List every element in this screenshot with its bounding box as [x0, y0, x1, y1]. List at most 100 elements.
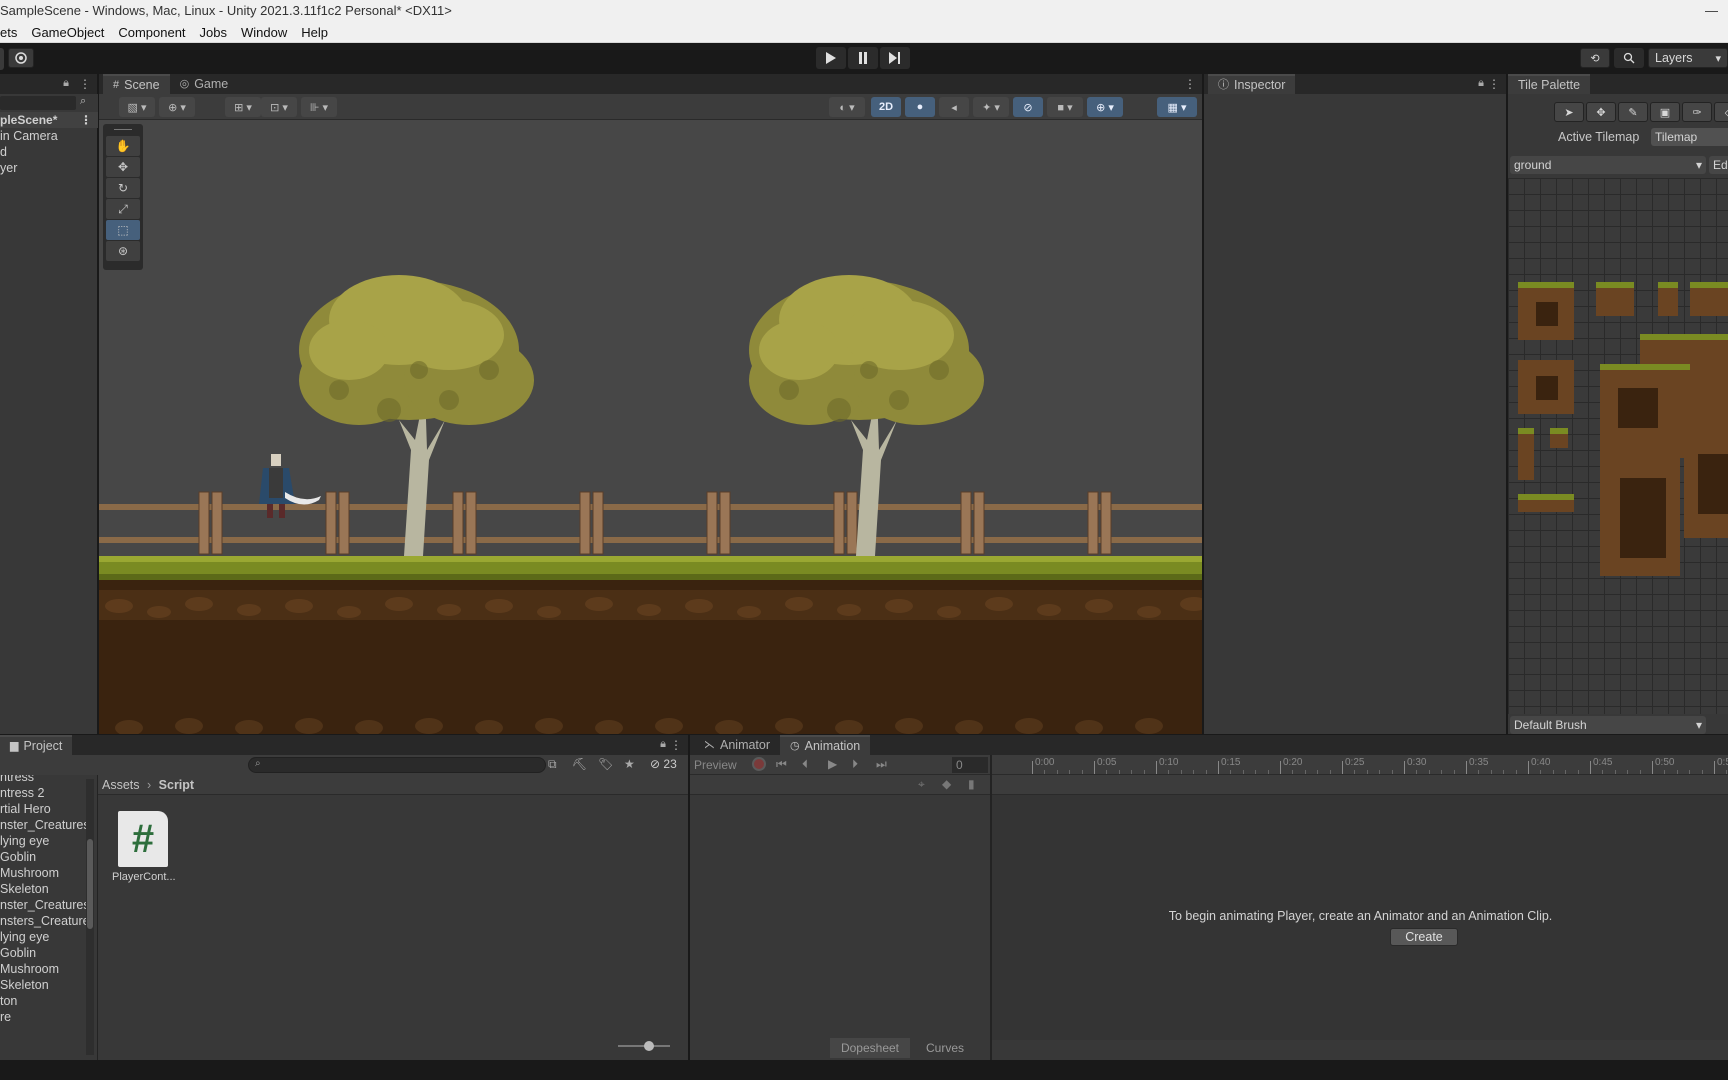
menu-jobs[interactable]: Jobs [200, 22, 227, 43]
frame-field[interactable]: 0 [952, 757, 988, 773]
active-tilemap-dropdown[interactable]: Tilemap [1651, 128, 1728, 146]
tree-item[interactable]: Skeleton [0, 977, 90, 993]
scene-kebab-icon[interactable]: ⋮ [1184, 77, 1196, 91]
toggle-2d-button[interactable]: 2D [871, 97, 901, 117]
scale-tool[interactable]: ⤢ [106, 199, 140, 219]
tree-item[interactable]: Goblin [0, 945, 90, 961]
tree-scrollbar-thumb[interactable] [87, 839, 93, 929]
transform-tool[interactable]: ⊛ [106, 241, 140, 261]
kebab-menu-icon[interactable]: ⋮ [79, 77, 91, 91]
tree-item[interactable]: Mushroom [0, 865, 90, 881]
rect-tool[interactable]: ⬚ [106, 220, 140, 240]
select-tool[interactable]: ➤ [1554, 102, 1584, 122]
menu-window[interactable]: Window [241, 22, 287, 43]
grid-visibility-dropdown[interactable]: ⊪ ▾ [301, 97, 337, 117]
collab-button[interactable] [8, 48, 34, 68]
tab-game[interactable]: ◎ Game [170, 74, 239, 94]
tree-item[interactable]: ton [0, 993, 90, 1009]
favorite-star-icon[interactable]: ★ [624, 757, 635, 771]
scene-kebab-icon[interactable]: ⋮ [80, 112, 92, 128]
tree-item[interactable]: Mushroom [0, 961, 90, 977]
zoom-slider[interactable] [618, 1041, 670, 1051]
event-strip[interactable] [992, 775, 1728, 795]
move-tool[interactable]: ✥ [106, 157, 140, 177]
add-event-icon[interactable]: ▮ [968, 777, 975, 791]
lighting-toggle[interactable]: ● [905, 97, 935, 117]
global-dropdown[interactable]: ⊕ ▾ [159, 97, 195, 117]
project-search-input[interactable]: ⌕ [248, 757, 546, 773]
drag-handle[interactable] [114, 129, 132, 135]
overlay-menu[interactable]: ▦ ▾ [1157, 97, 1197, 117]
menu-assets[interactable]: ets [0, 22, 17, 43]
tree-item[interactable]: ntress [0, 775, 90, 785]
label-icon[interactable]: 🏷︎ [598, 757, 613, 771]
tree-item[interactable]: ntress 2 [0, 785, 90, 801]
filter-type-icon[interactable]: ⛏ [572, 757, 587, 771]
record-button[interactable] [752, 757, 766, 771]
grid-snap-dropdown[interactable]: ⊞ ▾ [225, 97, 261, 117]
inspector-kebab-icon[interactable]: ⋮ [1488, 77, 1500, 91]
zoom-slider-handle[interactable] [644, 1041, 654, 1051]
menu-component[interactable]: Component [118, 22, 185, 43]
tree-item[interactable]: Goblin [0, 849, 90, 865]
hidden-objects-toggle[interactable]: ⊘ [1013, 97, 1043, 117]
eraser-tool[interactable]: ◇ [1714, 102, 1728, 122]
tab-scene[interactable]: # Scene [103, 74, 170, 94]
project-lock-icon[interactable]: 🔒︎ [660, 738, 666, 751]
tree-item[interactable]: lying eye [0, 929, 90, 945]
tree-item[interactable]: lying eye [0, 833, 90, 849]
tab-animator[interactable]: ⋋ Animator [694, 735, 780, 755]
hierarchy-search-input[interactable] [0, 96, 76, 110]
hierarchy-item-player[interactable]: yer [0, 160, 17, 176]
breadcrumb-assets[interactable]: Assets [102, 778, 140, 792]
tree-item[interactable]: Skeleton [0, 881, 90, 897]
camera-dropdown[interactable]: ■ ▾ [1047, 97, 1083, 117]
lock-icon[interactable]: 🔒︎ [63, 77, 69, 90]
pause-button[interactable] [848, 47, 878, 69]
scene-search-icon[interactable]: ⌕ [80, 95, 86, 108]
tab-tile-palette[interactable]: Tile Palette [1508, 74, 1591, 94]
tree-item[interactable]: re [0, 1009, 90, 1025]
search-by-type-icon[interactable]: ⧉ [548, 757, 557, 772]
tree-item[interactable]: nsters_Creature [0, 913, 90, 929]
tree-item[interactable]: rtial Hero [0, 801, 90, 817]
next-key-icon[interactable]: ⏵ [852, 757, 858, 772]
draw-mode-dropdown[interactable]: ▧ ▾ [119, 97, 155, 117]
tree-scrollbar[interactable] [86, 779, 94, 1055]
inspector-lock-icon[interactable]: 🔒︎ [1478, 77, 1484, 90]
paint-tool[interactable]: ✎ [1618, 102, 1648, 122]
prev-key-icon[interactable]: ⏴ [802, 757, 808, 772]
menu-help[interactable]: Help [301, 22, 328, 43]
asset-item[interactable]: # PlayerCont... [112, 811, 176, 883]
tab-inspector[interactable]: ⓘ Inspector [1208, 74, 1296, 94]
increment-snap-dropdown[interactable]: ⊡ ▾ [261, 97, 297, 117]
step-button[interactable] [880, 47, 910, 69]
project-kebab-icon[interactable]: ⋮ [670, 738, 682, 752]
hierarchy-item-ground[interactable]: d [0, 144, 7, 160]
picker-tool[interactable]: ✑ [1682, 102, 1712, 122]
rotate-tool[interactable]: ↻ [106, 178, 140, 198]
filter-icon[interactable]: ⌖ [918, 777, 925, 792]
layers-dropdown[interactable]: Layers ▾ [1648, 48, 1728, 68]
hierarchy-item-camera[interactable]: in Camera [0, 128, 58, 144]
scene-viewport[interactable]: ✋ ✥ ↻ ⤢ ⬚ ⊛ [99, 120, 1202, 734]
search-button[interactable] [1614, 48, 1644, 68]
timeline-ruler[interactable]: 0:00 0:05 0:10 0:15 0:20 0:25 0:30 0:35 0:40 0:45… [992, 755, 1728, 775]
shading-dropdown[interactable]: ◐ ▾ [829, 97, 865, 117]
tree-item[interactable]: nster_Creatures [0, 817, 90, 833]
edit-palette-button[interactable]: Edi [1709, 156, 1728, 174]
add-key-icon[interactable]: ◆ [942, 777, 951, 791]
create-button[interactable]: Create [1390, 928, 1458, 946]
box-fill-tool[interactable]: ▣ [1650, 102, 1680, 122]
last-key-icon[interactable]: ⏭ [876, 757, 887, 772]
play-anim-icon[interactable]: ▶ [828, 757, 837, 771]
dopesheet-tab[interactable]: Dopesheet [830, 1038, 910, 1058]
tile-palette-grid[interactable] [1508, 178, 1728, 714]
account-icon[interactable] [0, 48, 4, 70]
scene-root-item[interactable]: pleScene* ⋮ [0, 112, 98, 128]
play-button[interactable] [816, 47, 846, 69]
history-button[interactable]: ⟲ [1580, 48, 1610, 68]
hidden-packages-toggle[interactable]: ⊘ 23 [650, 757, 677, 771]
breadcrumb-script[interactable]: Script [159, 778, 194, 792]
curves-tab[interactable]: Curves [912, 1038, 978, 1058]
